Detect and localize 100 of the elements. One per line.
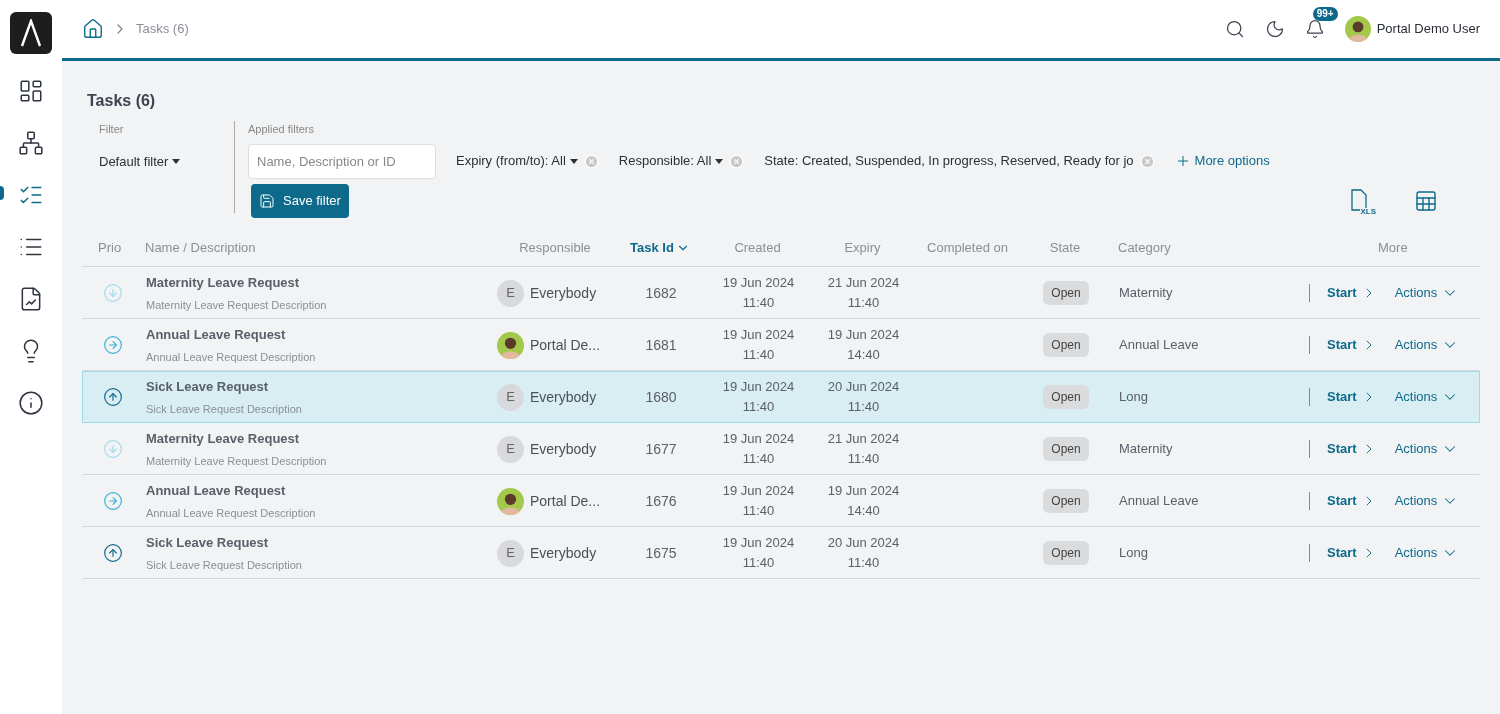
expiry-date: 11:40 xyxy=(847,398,880,416)
filter-chip[interactable]: State: Created, Suspended, In progress, Reserved, Ready for jo xyxy=(764,151,1134,171)
created-date: 11:40 xyxy=(742,502,775,520)
actions-dropdown[interactable]: Actions xyxy=(1394,387,1460,407)
avatar-icon xyxy=(497,487,524,515)
state-badge: Open xyxy=(1043,437,1089,461)
task-description: Sick Leave Request Description xyxy=(146,402,303,417)
expiry-date: 11:40 xyxy=(847,294,880,312)
start-button[interactable]: Start xyxy=(1327,439,1377,459)
expiry-date: 14:40 xyxy=(847,346,880,364)
created-date: 11:40 xyxy=(742,554,775,572)
actions-dropdown[interactable]: Actions xyxy=(1394,491,1460,511)
state-badge: Open xyxy=(1043,541,1089,565)
category: Long xyxy=(1118,388,1149,407)
responsible-name: Everybody xyxy=(530,387,597,407)
category: Annual Leave xyxy=(1118,336,1200,355)
expiry-date: 11:40 xyxy=(847,554,880,572)
task-name[interactable]: Sick Leave Request xyxy=(146,532,491,552)
filter-chip[interactable]: Expiry (from/to): All xyxy=(456,151,578,171)
table-row[interactable]: Sick Leave Request Sick Leave Request Description E Everybody 1675 19 Jun 2024 11:40 20 Jun 2024 11:40 Open Long Start Actions xyxy=(82,527,1480,579)
task-description: Maternity Leave Request Description xyxy=(146,298,328,313)
category: Maternity xyxy=(1118,440,1174,459)
column-header[interactable]: Prio xyxy=(82,237,140,258)
sidebar-item[interactable] xyxy=(16,128,46,158)
start-button[interactable]: Start xyxy=(1327,491,1377,511)
task-description: Annual Leave Request Description xyxy=(146,506,317,521)
sidebar-item[interactable] xyxy=(16,388,46,418)
state-badge: Open xyxy=(1043,489,1089,513)
column-header[interactable]: Completed on xyxy=(910,237,1025,258)
user-name[interactable]: Portal Demo User xyxy=(1376,19,1480,39)
save-icon xyxy=(259,192,275,209)
start-button[interactable]: Start xyxy=(1327,387,1377,407)
actions-dropdown[interactable]: Actions xyxy=(1394,335,1460,355)
home-icon[interactable] xyxy=(82,18,104,40)
expiry-date: 19 Jun 2024 xyxy=(827,482,900,500)
avatar-icon xyxy=(497,331,524,359)
category: Maternity xyxy=(1118,284,1174,303)
actions-dropdown[interactable]: Actions xyxy=(1394,439,1460,459)
start-button[interactable]: Start xyxy=(1327,543,1377,563)
table-settings-icon[interactable] xyxy=(1414,189,1438,213)
notification-bell-icon[interactable] xyxy=(1304,19,1325,39)
task-name[interactable]: Annual Leave Request xyxy=(146,324,491,344)
task-name[interactable]: Maternity Leave Request xyxy=(146,272,491,292)
task-description: Sick Leave Request Description xyxy=(146,558,303,573)
task-id: 1680 xyxy=(644,387,678,407)
avatar-initial: E xyxy=(497,539,524,567)
actions-dropdown[interactable]: Actions xyxy=(1394,283,1460,303)
notification-badge: 99+ xyxy=(1312,7,1338,21)
state-badge: Open xyxy=(1043,281,1089,305)
search-icon[interactable] xyxy=(1224,19,1245,39)
arrow-right-circle-icon xyxy=(103,491,123,511)
column-header[interactable]: Responsible xyxy=(490,237,620,258)
table-row[interactable]: Maternity Leave Request Maternity Leave Request Description E Everybody 1677 19 Jun 2024 11:40 21 Jun 2024 11:40 Open Maternity Start Actions xyxy=(82,423,1480,475)
task-id: 1676 xyxy=(644,491,678,511)
start-button[interactable]: Start xyxy=(1327,283,1377,303)
column-header[interactable]: More xyxy=(1300,237,1480,258)
category: Annual Leave xyxy=(1118,492,1200,511)
column-header[interactable]: Name / Description xyxy=(140,237,490,258)
column-header[interactable]: State xyxy=(1025,237,1105,258)
page-title: Tasks (6) xyxy=(87,91,157,111)
more-options-link[interactable]: More options xyxy=(1174,151,1270,171)
task-id: 1677 xyxy=(644,439,678,459)
task-name[interactable]: Maternity Leave Request xyxy=(146,428,491,448)
actions-dropdown[interactable]: Actions xyxy=(1394,543,1460,563)
task-name[interactable]: Annual Leave Request xyxy=(146,480,491,500)
created-date: 19 Jun 2024 xyxy=(722,534,795,552)
responsible-name: Everybody xyxy=(530,283,597,303)
expiry-date: 14:40 xyxy=(847,502,880,520)
table-row[interactable]: Annual Leave Request Annual Leave Request Description Portal De... 1676 19 Jun 2024 11:40 19 Jun 2024 14:40 Open Annual Leave Start Actions xyxy=(82,475,1480,527)
responsible-name: Portal De... xyxy=(530,491,601,511)
column-header[interactable]: Created xyxy=(700,237,815,258)
responsible-name: Portal De... xyxy=(530,335,601,355)
moon-icon[interactable] xyxy=(1264,19,1285,39)
table-row[interactable]: Sick Leave Request Sick Leave Request Description E Everybody 1680 19 Jun 2024 11:40 20 Jun 2024 11:40 Open Long Start Actions xyxy=(82,371,1480,423)
arrow-right-circle-icon xyxy=(103,335,123,355)
column-header[interactable]: Expiry xyxy=(815,237,910,258)
state-badge: Open xyxy=(1043,385,1089,409)
arrow-up-circle-icon xyxy=(103,387,123,407)
task-id: 1682 xyxy=(644,283,678,303)
logo-icon[interactable] xyxy=(10,12,52,54)
task-name[interactable]: Sick Leave Request xyxy=(146,376,491,396)
avatar-initial: E xyxy=(497,279,524,307)
created-date: 11:40 xyxy=(742,450,775,468)
info-icon xyxy=(18,390,44,416)
start-button[interactable]: Start xyxy=(1327,335,1377,355)
filter-chip[interactable]: Responsible: All xyxy=(618,151,724,171)
category: Long xyxy=(1118,544,1149,563)
breadcrumb-item[interactable]: Tasks (6) xyxy=(136,19,189,39)
created-date: 19 Jun 2024 xyxy=(722,274,795,292)
arrow-down-circle-icon xyxy=(103,439,123,459)
column-header[interactable]: Category xyxy=(1105,237,1300,258)
arrow-down-circle-icon xyxy=(103,283,123,303)
filter-dropdown[interactable]: Default filter xyxy=(99,151,181,171)
created-date: 19 Jun 2024 xyxy=(722,326,795,344)
search-field[interactable]: Name, Description or ID xyxy=(248,143,436,179)
column-header[interactable]: Task Id xyxy=(620,237,700,258)
save-filter-button[interactable]: Save filter xyxy=(251,183,349,218)
expiry-date: 21 Jun 2024 xyxy=(827,430,900,448)
table-row[interactable]: Maternity Leave Request Maternity Leave Request Description E Everybody 1682 19 Jun 2024 11:40 21 Jun 2024 11:40 Open Maternity Start Actions xyxy=(82,267,1480,319)
created-date: 19 Jun 2024 xyxy=(722,378,795,396)
